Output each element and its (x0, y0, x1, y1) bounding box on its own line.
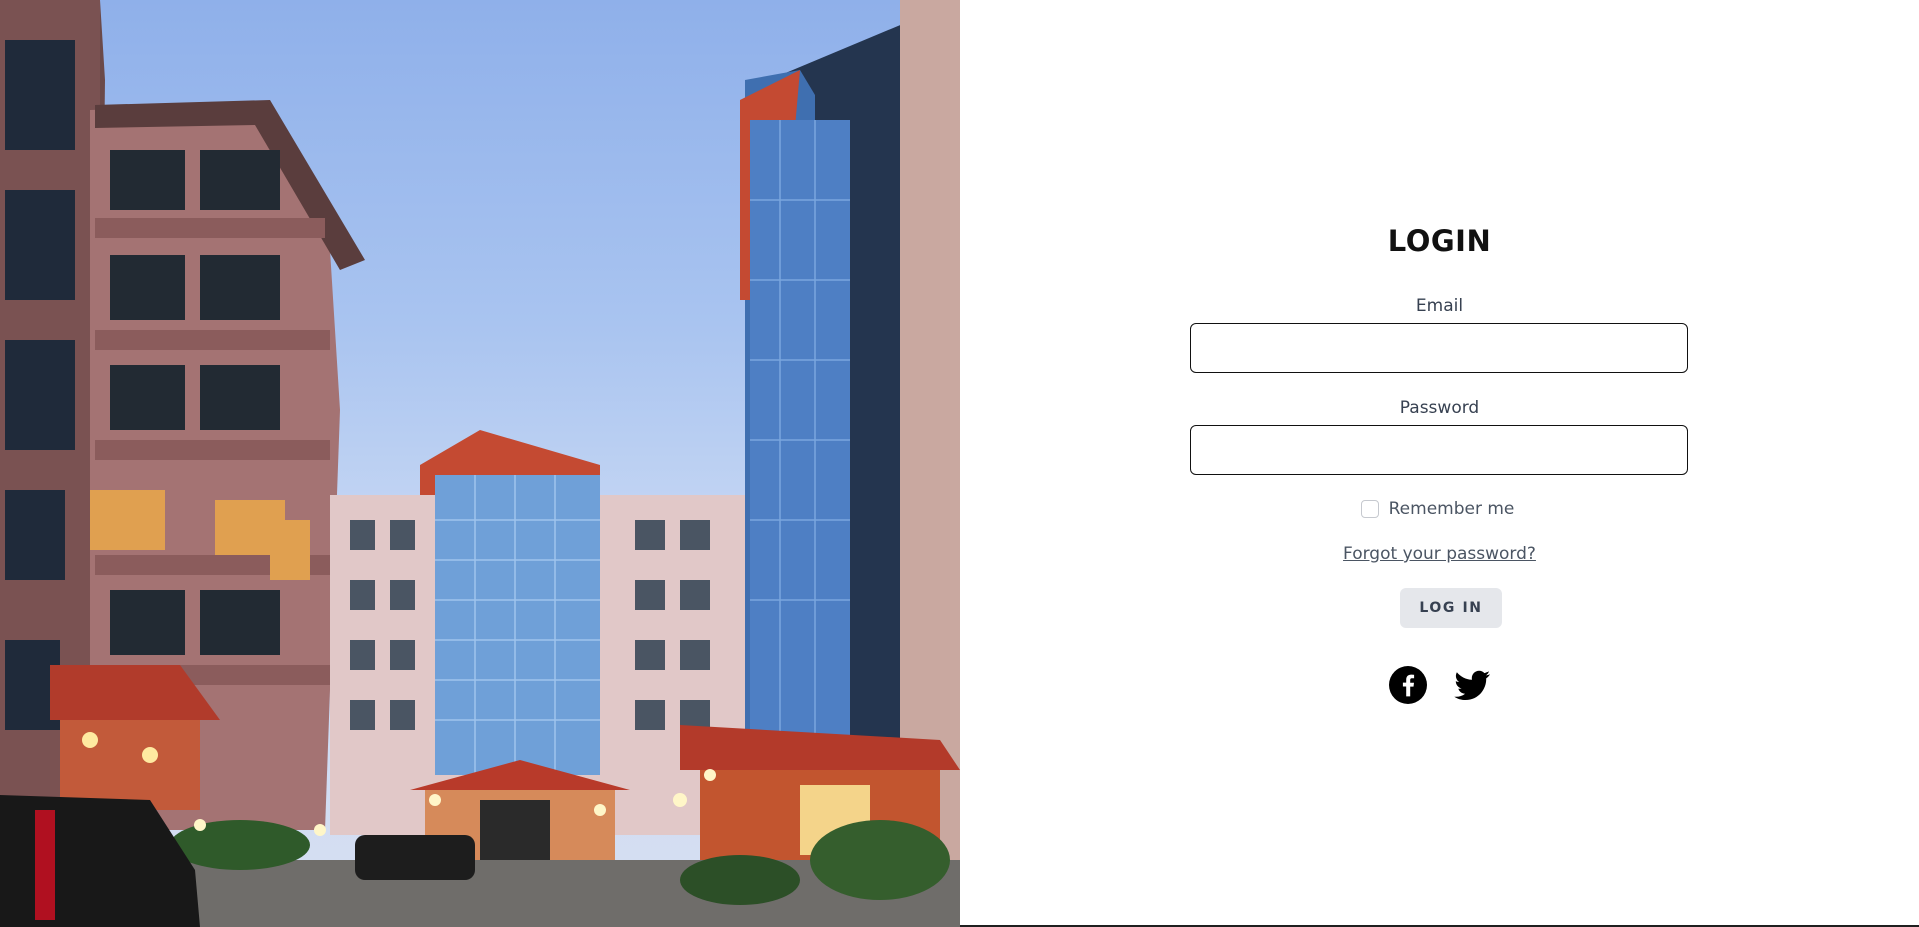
remember-me[interactable]: Remember me (960, 499, 1919, 519)
forgot-password-link[interactable]: Forgot your password? (1343, 544, 1536, 564)
twitter-icon[interactable] (1452, 665, 1492, 705)
remember-me-label: Remember me (1388, 499, 1515, 519)
email-label: Email (1415, 296, 1464, 316)
hero-photo (0, 0, 960, 927)
remember-me-checkbox[interactable] (1360, 500, 1379, 518)
facebook-icon[interactable] (1388, 665, 1428, 705)
forgot-password-container: Forgot your password? (960, 544, 1919, 564)
social-login (960, 665, 1919, 705)
page-title: LOGIN (1387, 224, 1492, 258)
building-illustration (0, 0, 960, 927)
email-field[interactable] (1190, 323, 1688, 373)
password-field[interactable] (1190, 425, 1688, 475)
password-label: Password (1399, 398, 1480, 418)
login-button[interactable]: LOG IN (1400, 588, 1502, 628)
login-panel: LOGIN Email Password Remember me Forgot … (960, 0, 1919, 927)
